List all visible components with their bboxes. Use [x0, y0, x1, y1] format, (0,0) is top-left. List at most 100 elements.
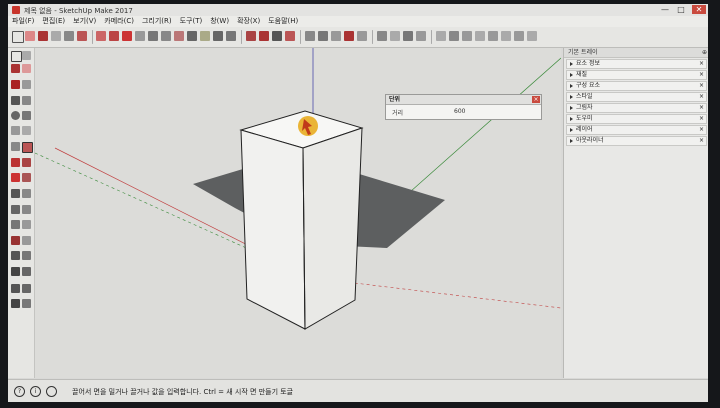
mono-icon[interactable]: [449, 31, 459, 41]
close-icon[interactable]: ×: [699, 104, 704, 112]
right-icon[interactable]: [331, 31, 341, 41]
move-icon[interactable]: [96, 31, 106, 41]
section-icon[interactable]: [462, 31, 472, 41]
paint-icon[interactable]: [11, 64, 20, 73]
rotated-rect-icon[interactable]: [22, 96, 31, 105]
tape-icon[interactable]: [11, 189, 20, 198]
menu-draw[interactable]: 그리기(R): [138, 16, 176, 27]
pencil-icon[interactable]: [38, 31, 48, 41]
rectangle-icon[interactable]: [11, 96, 20, 105]
position-camera-icon[interactable]: [11, 284, 20, 293]
menu-help[interactable]: 도움말(H): [264, 16, 302, 27]
walk-icon[interactable]: [22, 284, 31, 293]
previous-icon[interactable]: [22, 267, 31, 276]
eraser-icon[interactable]: [22, 64, 31, 73]
close-icon[interactable]: ×: [699, 71, 704, 79]
left-icon[interactable]: [357, 31, 367, 41]
menu-edit[interactable]: 편집(E): [38, 16, 69, 27]
axes-icon[interactable]: [11, 220, 20, 229]
menu-tools[interactable]: 도구(T): [176, 16, 207, 27]
dimension-icon[interactable]: [22, 189, 31, 198]
protractor-icon[interactable]: [11, 205, 20, 214]
tray-item-instructor[interactable]: 도우미 ×: [566, 114, 707, 124]
measurements-value-field[interactable]: 600: [454, 108, 534, 116]
scale-icon[interactable]: [122, 31, 132, 41]
zoom-icon[interactable]: [11, 251, 20, 260]
select-icon[interactable]: [12, 31, 24, 43]
zoom-window-icon[interactable]: [22, 251, 31, 260]
menu-window[interactable]: 창(W): [206, 16, 233, 27]
tray-item-components[interactable]: 구성 요소 ×: [566, 81, 707, 91]
wire-icon[interactable]: [390, 31, 400, 41]
minimize-button[interactable]: —: [658, 5, 672, 14]
shape-icon[interactable]: [51, 31, 61, 41]
offset-icon[interactable]: [135, 31, 145, 41]
front-icon[interactable]: [318, 31, 328, 41]
pin-icon[interactable]: ⊕: [702, 49, 707, 56]
axes-icon[interactable]: [174, 31, 184, 41]
close-icon[interactable]: ×: [699, 126, 704, 134]
close-button[interactable]: ✕: [692, 5, 706, 14]
section-plane-icon[interactable]: [22, 299, 31, 308]
info-icon[interactable]: i: [30, 386, 41, 397]
move-icon[interactable]: [11, 142, 20, 151]
box-left-face[interactable]: [240, 129, 306, 330]
tray-item-shadows[interactable]: 그림자 ×: [566, 103, 707, 113]
close-icon[interactable]: ×: [699, 137, 704, 145]
shaded-icon[interactable]: [416, 31, 426, 41]
look-around-icon[interactable]: [11, 299, 20, 308]
xray-icon[interactable]: [377, 31, 387, 41]
polygon-icon[interactable]: [22, 111, 31, 120]
followme-icon[interactable]: [22, 158, 31, 167]
top-icon[interactable]: [305, 31, 315, 41]
menu-camera[interactable]: 카메라(C): [100, 16, 138, 27]
select-icon[interactable]: [11, 51, 22, 62]
text-icon[interactable]: [161, 31, 171, 41]
pie-icon[interactable]: [22, 126, 31, 135]
component-icon[interactable]: [22, 51, 31, 60]
tray-item-materials[interactable]: 재질 ×: [566, 70, 707, 80]
tray-item-entity-info[interactable]: 요소 정보 ×: [566, 59, 707, 69]
edges-icon[interactable]: [501, 31, 511, 41]
shadow-icon[interactable]: [527, 31, 537, 41]
circle-icon[interactable]: [11, 111, 20, 120]
orbit-icon[interactable]: [187, 31, 197, 41]
offset-icon[interactable]: [22, 173, 31, 182]
iso-icon[interactable]: [285, 31, 295, 41]
hidden-icon[interactable]: [403, 31, 413, 41]
menu-view[interactable]: 보기(V): [69, 16, 100, 27]
measurements-close-button[interactable]: ×: [532, 96, 540, 103]
pan-icon[interactable]: [200, 31, 210, 41]
zoom-icon[interactable]: [213, 31, 223, 41]
textured-icon[interactable]: [436, 31, 446, 41]
warehouse-icon[interactable]: [246, 31, 256, 41]
tape-icon[interactable]: [148, 31, 158, 41]
pushpull-icon[interactable]: [77, 31, 87, 41]
user-icon[interactable]: [46, 386, 57, 397]
orbit-icon[interactable]: [11, 236, 20, 245]
rotate-icon[interactable]: [109, 31, 119, 41]
paint-icon[interactable]: [64, 31, 74, 41]
box-right-face[interactable]: [302, 127, 363, 330]
close-icon[interactable]: ×: [699, 60, 704, 68]
zoom-extents-icon[interactable]: [226, 31, 236, 41]
menu-extensions[interactable]: 확장(X): [233, 16, 264, 27]
pushpull-icon[interactable]: [22, 142, 33, 153]
back-icon[interactable]: [344, 31, 354, 41]
eraser-icon[interactable]: [25, 31, 35, 41]
extension-icon[interactable]: [259, 31, 269, 41]
tray-item-layers[interactable]: 레이어 ×: [566, 125, 707, 135]
close-icon[interactable]: ×: [699, 115, 704, 123]
section-fill-icon[interactable]: [488, 31, 498, 41]
pan-icon[interactable]: [22, 236, 31, 245]
help-icon[interactable]: ?: [14, 386, 25, 397]
drawing-viewport[interactable]: 단위 × 거리 600: [35, 48, 561, 378]
freehand-icon[interactable]: [22, 80, 31, 89]
zoom-extents-icon[interactable]: [11, 267, 20, 276]
layout-icon[interactable]: [272, 31, 282, 41]
text-icon[interactable]: [22, 205, 31, 214]
menu-file[interactable]: 파일(F): [8, 16, 38, 27]
rotate-icon[interactable]: [11, 158, 20, 167]
tray-item-styles[interactable]: 스타일 ×: [566, 92, 707, 102]
3d-text-icon[interactable]: [22, 220, 31, 229]
